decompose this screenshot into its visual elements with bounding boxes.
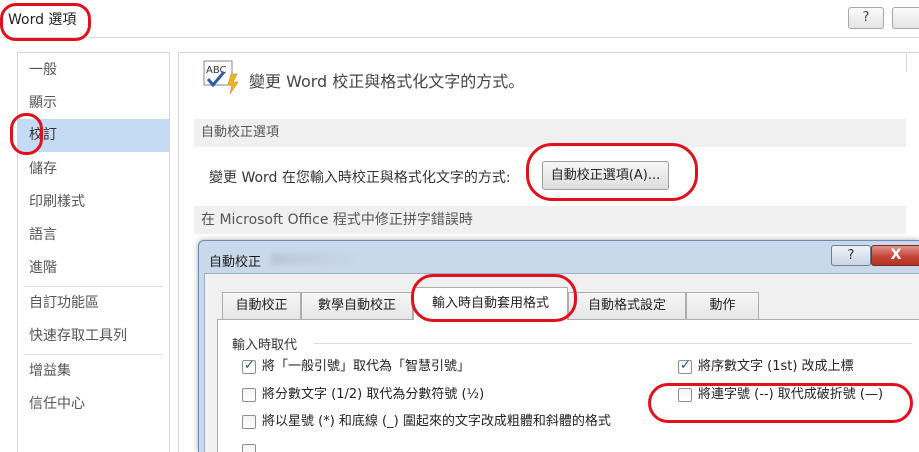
hyphens-dash-checkbox[interactable] xyxy=(678,388,692,402)
tab-autoformat[interactable]: 自動格式設定 xyxy=(568,292,686,319)
close-button[interactable] xyxy=(892,7,919,29)
smart-quotes-checkbox[interactable] xyxy=(242,358,256,374)
tab-actions[interactable]: 動作 xyxy=(686,292,759,319)
bold-italic-label: 將以星號 (*) 和底線 (_) 圍起來的文字改成粗體和斜體的格式 xyxy=(262,414,611,429)
autocorrect-options-section-header: 自動校正選項 xyxy=(194,119,906,147)
nav-item-advanced[interactable]: 進階 xyxy=(18,252,169,285)
tab-autoformat-as-you-type[interactable]: 輸入時自動套用格式 xyxy=(413,287,568,320)
nav-item-add-ins[interactable]: 增益集 xyxy=(18,355,169,388)
autocorrect-dialog: 自動校正 ? X 自動校正 數學自動校正 輸入時自動套用格式 自動格式設定 動作… xyxy=(198,240,919,452)
tab-autocorrect[interactable]: 自動校正 xyxy=(222,292,301,319)
spelling-section-header: 在 Microsoft Office 程式中修正拼字錯誤時 xyxy=(194,206,906,234)
options-nav: 一般 顯示 校訂 儲存 印刷樣式 語言 進階 自訂功能區 快速存取工具列 增益集… xyxy=(17,52,170,452)
dialog-title-blurred xyxy=(271,253,356,265)
nav-item-proofing[interactable]: 校訂 xyxy=(18,119,169,152)
nav-item-save[interactable]: 儲存 xyxy=(18,153,169,186)
scrollbar-up[interactable] xyxy=(906,54,919,72)
smart-quotes-label: 將「一般引號」取代為「智慧引號」 xyxy=(262,359,471,374)
autocorrect-description: 變更 Word 在您輸入時校正與格式化文字的方式: xyxy=(209,170,511,186)
fractions-label: 將分數文字 (1/2) 取代為分數符號 (½) xyxy=(262,387,485,402)
dialog-help-button[interactable]: ? xyxy=(831,245,871,266)
replace-as-you-type-label: 輸入時取代 xyxy=(232,338,298,353)
nav-item-display[interactable]: 顯示 xyxy=(18,87,169,120)
nav-item-trust-center[interactable]: 信任中心 xyxy=(18,388,169,421)
fractions-checkbox[interactable] xyxy=(242,388,256,402)
nav-item-language[interactable]: 語言 xyxy=(18,219,169,252)
title-bar: Word 選項 ? xyxy=(0,0,919,38)
next-option-checkbox[interactable] xyxy=(242,444,256,452)
window-title: Word 選項 xyxy=(8,12,77,28)
spelling-check-icon: ABC xyxy=(203,60,239,95)
nav-item-quick-access-toolbar[interactable]: 快速存取工具列 xyxy=(18,320,169,353)
dialog-body: 自動校正 數學自動校正 輸入時自動套用格式 自動格式設定 動作 輸入時取代 將「… xyxy=(204,273,919,452)
hyphens-dash-label: 將連字號 (--) 取代成破折號 (—) xyxy=(698,387,884,402)
dialog-close-button[interactable]: X xyxy=(871,245,919,266)
nav-item-typography[interactable]: 印刷樣式 xyxy=(18,186,169,219)
nav-item-general[interactable]: 一般 xyxy=(18,54,169,87)
autocorrect-options-button[interactable]: 自動校正選項(A)... xyxy=(542,161,669,190)
dialog-title: 自動校正 xyxy=(209,255,262,270)
nav-item-customize-ribbon[interactable]: 自訂功能區 xyxy=(18,287,169,320)
help-button[interactable]: ? xyxy=(848,7,884,29)
ordinals-superscript-label: 將序數文字 (1st) 改成上標 xyxy=(698,359,854,374)
bold-italic-checkbox[interactable] xyxy=(242,415,256,429)
group-divider xyxy=(314,343,912,344)
proofing-header: 變更 Word 校正與格式化文字的方式。 xyxy=(249,72,525,91)
autoformat-panel: 輸入時取代 將「一般引號」取代為「智慧引號」 將序數文字 (1st) 改成上標 … xyxy=(217,319,919,452)
ordinals-superscript-checkbox[interactable] xyxy=(678,358,692,374)
tab-math-autocorrect[interactable]: 數學自動校正 xyxy=(301,292,413,319)
